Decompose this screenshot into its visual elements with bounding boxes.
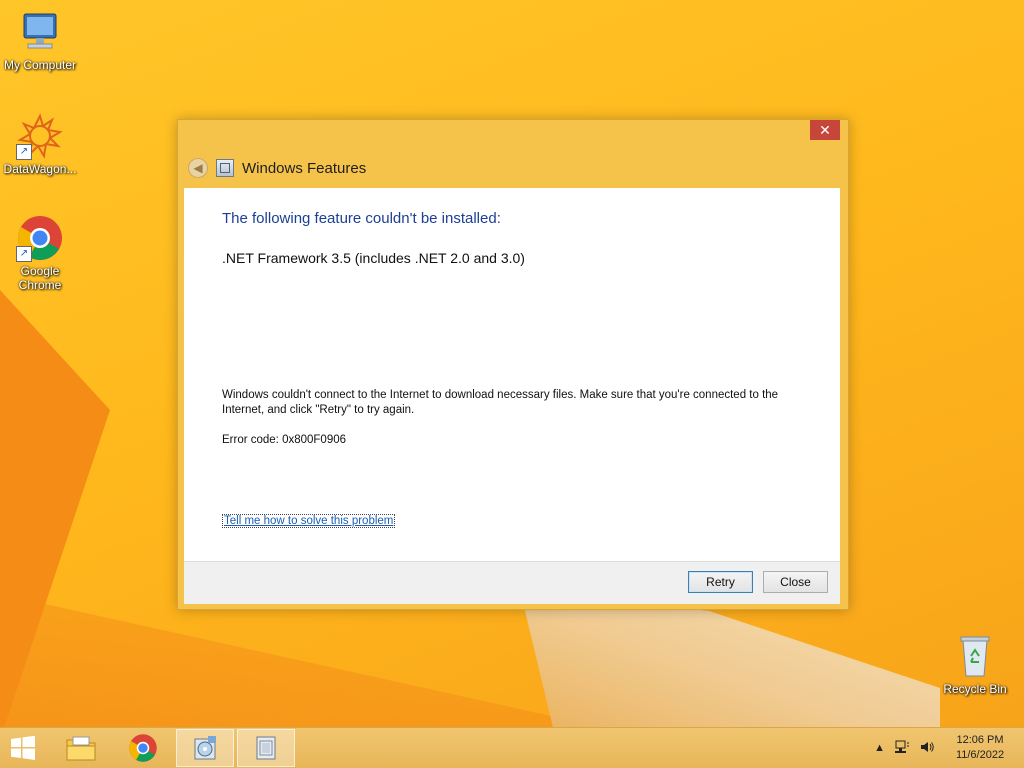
help-link[interactable]: Tell me how to solve this problem [222,514,396,528]
shortcut-arrow-icon: ↗ [16,246,32,262]
clock-time: 12:06 PM [956,734,1004,746]
desktop-icon-label: My Computer [3,58,77,72]
desktop-icon-label: Google Chrome [18,264,62,292]
desktop-icon-label: DataWagon... [3,162,77,176]
taskbar-chrome[interactable] [114,729,172,767]
taskbar-file-explorer[interactable] [52,729,110,767]
start-button[interactable] [0,729,46,767]
clock-date: 11/6/2022 [955,749,1005,761]
network-icon[interactable] [894,740,910,757]
error-code: Error code: 0x800F0906 [222,434,347,446]
back-arrow-icon[interactable]: ◀ [188,158,208,178]
shortcut-arrow-icon: ↗ [16,144,32,160]
taskbar-clock[interactable]: 12:06 PM 11/6/2022 [944,733,1016,763]
retry-button[interactable]: Retry [688,571,753,593]
desktop-icon-recycle-bin[interactable]: Recycle Bin [935,632,1015,696]
folder-icon [66,736,96,761]
installer-icon [194,736,216,760]
windows-logo-icon [11,735,35,760]
show-hidden-icons[interactable]: ▲ [874,742,885,754]
windows-features-dialog: ✕ ◀ Windows Features The following featu… [177,119,849,610]
dialog-content: The following feature couldn't be instal… [184,188,840,561]
close-button[interactable]: Close [763,571,828,593]
taskbar: ▲ 12:06 PM 11/6/2022 [0,727,1024,768]
desktop-icon-label: Recycle Bin [943,682,1007,696]
volume-icon[interactable] [919,740,935,757]
chrome-icon [129,734,157,762]
desktop-icon-google-chrome[interactable]: ↗ Google Chrome [0,214,80,292]
computer-icon [16,8,64,56]
feature-name: .NET Framework 3.5 (includes .NET 2.0 an… [222,250,525,266]
chrome-icon: ↗ [16,214,64,262]
close-icon[interactable]: ✕ [810,120,840,140]
wallpaper-shard [520,590,940,730]
dialog-footer: Retry Close [184,561,840,604]
dialog-heading: The following feature couldn't be instal… [222,210,501,227]
datawagon-icon: ↗ [16,112,64,160]
wallpaper-shard [0,290,110,740]
windows-features-icon [216,159,234,177]
taskbar-setup-app[interactable] [176,729,234,767]
system-tray: ▲ 12:06 PM 11/6/2022 [874,728,1024,768]
recycle-bin-icon [951,632,999,680]
desktop-icon-my-computer[interactable]: My Computer [0,8,80,72]
windows-features-icon [256,736,276,760]
desktop-icon-datawagon[interactable]: ↗ DataWagon... [0,112,80,176]
taskbar-windows-features[interactable] [237,729,295,767]
error-message: Windows couldn't connect to the Internet… [222,389,779,416]
dialog-title: Windows Features [242,159,367,177]
dialog-titlebar: ◀ Windows Features [188,156,366,180]
